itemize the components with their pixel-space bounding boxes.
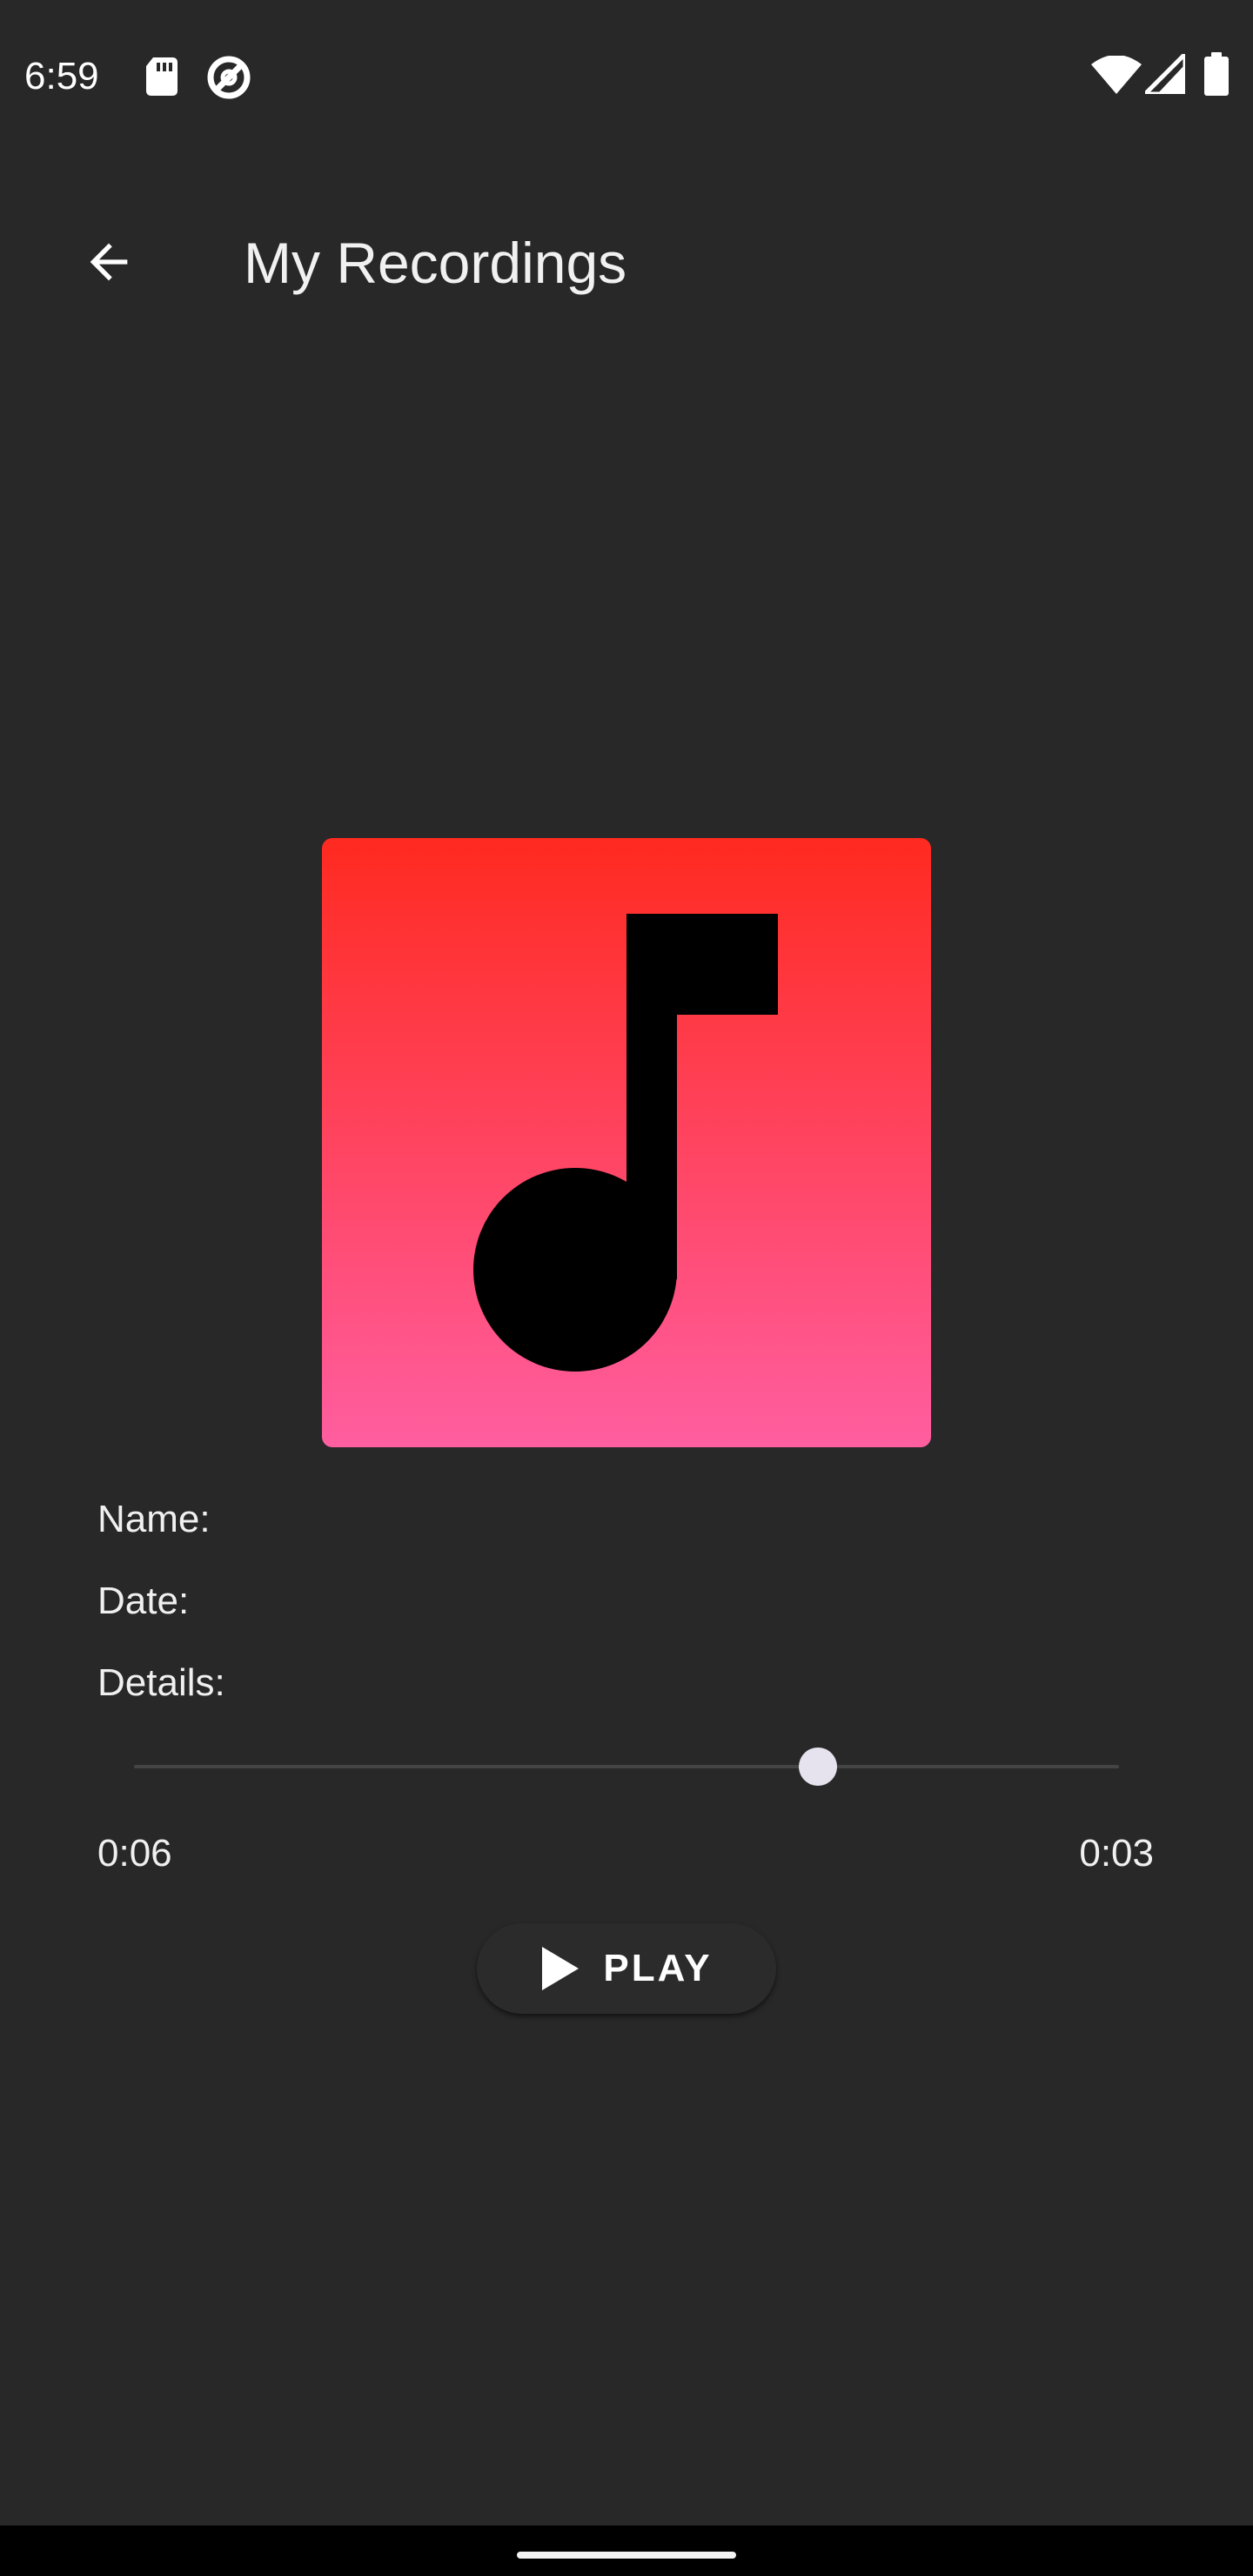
data-saver-icon bbox=[207, 56, 251, 99]
battery-icon bbox=[1204, 52, 1229, 96]
seek-bar[interactable] bbox=[134, 1741, 1119, 1793]
page-title: My Recordings bbox=[244, 231, 627, 295]
back-button[interactable] bbox=[52, 205, 165, 319]
album-artwork bbox=[322, 838, 931, 1447]
wifi-icon bbox=[1091, 56, 1142, 94]
date-label: Date: bbox=[97, 1580, 190, 1622]
play-label: PLAY bbox=[603, 1947, 713, 1989]
arrow-back-icon bbox=[90, 243, 128, 281]
cell-signal-icon bbox=[1145, 54, 1185, 94]
elapsed-time: 0:06 bbox=[97, 1832, 172, 1875]
remaining-time: 0:03 bbox=[1079, 1832, 1154, 1875]
name-label: Name: bbox=[97, 1498, 211, 1540]
status-bar: 6:59 bbox=[0, 0, 1253, 148]
status-time: 6:59 bbox=[24, 55, 99, 97]
details-label: Details: bbox=[97, 1661, 225, 1704]
seek-progress bbox=[134, 1765, 818, 1768]
sd-card-icon bbox=[146, 57, 178, 96]
home-indicator[interactable] bbox=[517, 2552, 736, 2559]
play-icon bbox=[542, 1947, 580, 1990]
seek-thumb[interactable] bbox=[798, 1748, 837, 1786]
navigation-bar bbox=[0, 2526, 1253, 2576]
play-button[interactable]: PLAY bbox=[477, 1923, 776, 2014]
